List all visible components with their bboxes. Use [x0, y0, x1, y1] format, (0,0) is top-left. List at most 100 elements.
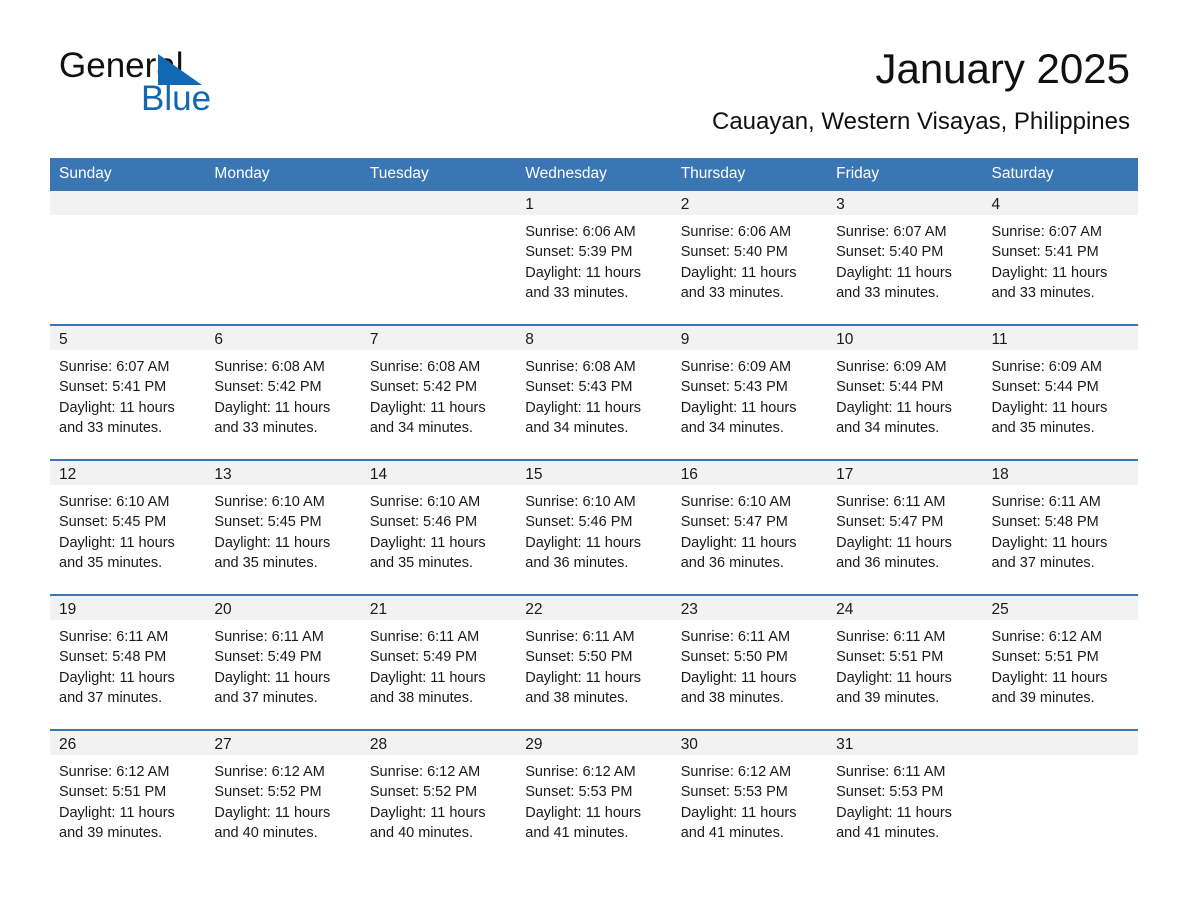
- sunset-text: Sunset: 5:49 PM: [214, 649, 322, 666]
- day-details: Sunrise: 6:11 AM Sunset: 5:50 PM Daylight:…: [672, 620, 827, 708]
- sunrise-text: Sunrise: 6:10 AM: [369, 494, 481, 510]
- daylight-text: Daylight: 11 hours and 39 minutes.: [836, 669, 952, 706]
- day-number: 11: [982, 326, 1138, 350]
- calendar-day-cell[interactable]: 24 Sunrise: 6:11 AM Sunset: 5:51 PM Dayligh…: [827, 594, 983, 730]
- calendar-day-cell[interactable]: 25 Sunrise: 6:12 AM Sunset: 5:51 PM Dayligh…: [982, 594, 1138, 730]
- day-details: Sunrise: 6:11 AM Sunset: 5:49 PM Daylight:…: [205, 620, 360, 708]
- calendar-day-cell[interactable]: 29 Sunrise: 6:12 AM Sunset: 5:53 PM Dayligh…: [516, 729, 672, 864]
- calendar-day-cell[interactable]: 9 Sunrise: 6:09 AM Sunset: 5:43 PM Daylight…: [671, 324, 828, 460]
- sunset-text: Sunset: 5:41 PM: [59, 379, 167, 396]
- calendar-day-cell[interactable]: 28 Sunrise: 6:12 AM Sunset: 5:52 PM Dayligh…: [360, 729, 517, 864]
- sunset-text: Sunset: 5:42 PM: [214, 379, 322, 396]
- calendar-day-cell[interactable]: 27 Sunrise: 6:12 AM Sunset: 5:52 PM Dayligh…: [205, 729, 361, 864]
- sunrise-text: Sunrise: 6:11 AM: [214, 629, 324, 645]
- weekday-header-monday: Monday: [205, 158, 361, 191]
- calendar-day-cell[interactable]: 21 Sunrise: 6:11 AM Sunset: 5:49 PM Dayligh…: [360, 594, 517, 730]
- day-details: Sunrise: 6:10 AM Sunset: 5:45 PM Daylight:…: [50, 485, 205, 573]
- day-details: Sunrise: 6:11 AM Sunset: 5:47 PM Daylight:…: [827, 485, 982, 573]
- sunrise-text: Sunrise: 6:10 AM: [214, 494, 325, 510]
- sunset-text: Sunset: 5:48 PM: [59, 649, 167, 666]
- daylight-text: Daylight: 11 hours and 33 minutes.: [836, 264, 952, 301]
- calendar-day-cell[interactable]: 31 Sunrise: 6:11 AM Sunset: 5:53 PM Dayligh…: [827, 729, 983, 864]
- calendar-day-cell[interactable]: 14 Sunrise: 6:10 AM Sunset: 5:46 PM Dayligh…: [360, 459, 517, 595]
- sunset-text: Sunset: 5:50 PM: [680, 649, 788, 666]
- calendar-day-cell[interactable]: 1 Sunrise: 6:06 AM Sunset: 5:39 PM Daylight…: [516, 191, 672, 325]
- day-number: 17: [827, 461, 983, 485]
- sunset-text: Sunset: 5:47 PM: [836, 514, 944, 531]
- sunrise-text: Sunrise: 6:11 AM: [991, 494, 1101, 510]
- daylight-text: Daylight: 11 hours and 34 minutes.: [836, 399, 952, 436]
- calendar-cell-empty: [982, 729, 1138, 864]
- calendar-day-cell[interactable]: 18 Sunrise: 6:11 AM Sunset: 5:48 PM Dayligh…: [982, 459, 1138, 595]
- daylight-text: Daylight: 11 hours and 38 minutes.: [369, 669, 486, 706]
- day-number: 18: [982, 461, 1138, 485]
- day-details: Sunrise: 6:11 AM Sunset: 5:51 PM Daylight:…: [827, 620, 982, 708]
- weekday-header-wednesday: Wednesday: [516, 158, 672, 191]
- day-details: Sunrise: 6:08 AM Sunset: 5:42 PM Daylight:…: [361, 350, 516, 438]
- calendar-day-cell[interactable]: 2 Sunrise: 6:06 AM Sunset: 5:40 PM Daylight…: [671, 191, 828, 325]
- sunset-text: Sunset: 5:39 PM: [525, 244, 633, 261]
- day-number: 9: [671, 326, 828, 350]
- daylight-text: Daylight: 11 hours and 35 minutes.: [991, 399, 1108, 436]
- daylight-text: Daylight: 11 hours and 40 minutes.: [369, 804, 486, 841]
- calendar-day-cell[interactable]: 5 Sunrise: 6:07 AM Sunset: 5:41 PM Daylight…: [50, 324, 206, 460]
- calendar-day-cell[interactable]: 30 Sunrise: 6:12 AM Sunset: 5:53 PM Dayligh…: [671, 729, 828, 864]
- daylight-text: Daylight: 11 hours and 37 minutes.: [59, 669, 175, 706]
- generalblue-logo[interactable]: General Blue: [59, 46, 379, 122]
- day-number: 28: [360, 731, 517, 755]
- sunset-text: Sunset: 5:51 PM: [836, 649, 944, 666]
- sunrise-text: Sunrise: 6:09 AM: [991, 359, 1102, 375]
- calendar-day-cell[interactable]: 20 Sunrise: 6:11 AM Sunset: 5:49 PM Dayligh…: [205, 594, 361, 730]
- daylight-text: Daylight: 11 hours and 38 minutes.: [680, 669, 797, 706]
- day-number: 5: [50, 326, 206, 350]
- calendar-day-cell[interactable]: 10 Sunrise: 6:09 AM Sunset: 5:44 PM Dayligh…: [827, 324, 983, 460]
- sunset-text: Sunset: 5:45 PM: [214, 514, 322, 531]
- day-details: Sunrise: 6:06 AM Sunset: 5:40 PM Daylight:…: [672, 215, 827, 303]
- calendar-day-cell[interactable]: 15 Sunrise: 6:10 AM Sunset: 5:46 PM Dayligh…: [516, 459, 672, 595]
- day-details: Sunrise: 6:10 AM Sunset: 5:46 PM Daylight:…: [361, 485, 516, 573]
- calendar-day-cell[interactable]: 11 Sunrise: 6:09 AM Sunset: 5:44 PM Dayligh…: [982, 324, 1138, 460]
- day-number: 4: [982, 191, 1138, 215]
- sunrise-text: Sunrise: 6:12 AM: [59, 764, 170, 780]
- page-subtitle: Cauayan, Western Visayas, Philippines: [711, 108, 1130, 135]
- day-details: Sunrise: 6:11 AM Sunset: 5:49 PM Daylight:…: [361, 620, 516, 708]
- calendar-table: Sunday Monday Tuesday Wednesday Thursday…: [50, 158, 1138, 864]
- day-number: 22: [516, 596, 672, 620]
- calendar-day-cell[interactable]: 8 Sunrise: 6:08 AM Sunset: 5:43 PM Daylight…: [516, 324, 672, 460]
- sunset-text: Sunset: 5:44 PM: [836, 379, 944, 396]
- calendar-day-cell[interactable]: 16 Sunrise: 6:10 AM Sunset: 5:47 PM Dayligh…: [671, 459, 828, 595]
- sunrise-text: Sunrise: 6:11 AM: [836, 494, 946, 510]
- daylight-text: Daylight: 11 hours and 38 minutes.: [525, 669, 642, 706]
- sunrise-text: Sunrise: 6:12 AM: [991, 629, 1102, 645]
- weekday-header-friday: Friday: [827, 158, 983, 191]
- daylight-text: Daylight: 11 hours and 34 minutes.: [369, 399, 486, 436]
- calendar-day-cell[interactable]: 19 Sunrise: 6:11 AM Sunset: 5:48 PM Dayligh…: [50, 594, 206, 730]
- sunrise-text: Sunrise: 6:10 AM: [680, 494, 792, 510]
- calendar-day-cell[interactable]: 26 Sunrise: 6:12 AM Sunset: 5:51 PM Dayligh…: [50, 729, 206, 864]
- day-number: 29: [516, 731, 672, 755]
- calendar-day-cell[interactable]: 7 Sunrise: 6:08 AM Sunset: 5:42 PM Daylight…: [360, 324, 517, 460]
- day-number: 3: [827, 191, 983, 215]
- calendar-day-cell[interactable]: 13 Sunrise: 6:10 AM Sunset: 5:45 PM Dayligh…: [205, 459, 361, 595]
- calendar-day-cell[interactable]: 3 Sunrise: 6:07 AM Sunset: 5:40 PM Daylight…: [827, 191, 983, 325]
- daylight-text: Daylight: 11 hours and 39 minutes.: [991, 669, 1108, 706]
- sunset-text: Sunset: 5:43 PM: [525, 379, 633, 396]
- sunrise-text: Sunrise: 6:06 AM: [525, 224, 636, 240]
- day-details: Sunrise: 6:10 AM Sunset: 5:46 PM Daylight:…: [516, 485, 671, 573]
- daylight-text: Daylight: 11 hours and 33 minutes.: [680, 264, 797, 301]
- day-details: Sunrise: 6:11 AM Sunset: 5:50 PM Daylight:…: [516, 620, 671, 708]
- calendar-day-cell[interactable]: 12 Sunrise: 6:10 AM Sunset: 5:45 PM Dayligh…: [50, 459, 206, 595]
- sunset-text: Sunset: 5:50 PM: [525, 649, 633, 666]
- day-details: Sunrise: 6:09 AM Sunset: 5:43 PM Daylight:…: [672, 350, 827, 438]
- calendar-day-cell[interactable]: 17 Sunrise: 6:11 AM Sunset: 5:47 PM Dayligh…: [827, 459, 983, 595]
- sunrise-text: Sunrise: 6:07 AM: [836, 224, 947, 240]
- sunrise-text: Sunrise: 6:12 AM: [525, 764, 636, 780]
- calendar-day-cell[interactable]: 4 Sunrise: 6:07 AM Sunset: 5:41 PM Daylight…: [982, 191, 1138, 325]
- day-number: [982, 731, 1138, 755]
- daylight-text: Daylight: 11 hours and 35 minutes.: [59, 534, 175, 571]
- sunset-text: Sunset: 5:48 PM: [991, 514, 1099, 531]
- sunset-text: Sunset: 5:49 PM: [369, 649, 478, 666]
- calendar-day-cell[interactable]: 23 Sunrise: 6:11 AM Sunset: 5:50 PM Dayligh…: [671, 594, 828, 730]
- calendar-day-cell[interactable]: 22 Sunrise: 6:11 AM Sunset: 5:50 PM Dayligh…: [516, 594, 672, 730]
- calendar-day-cell[interactable]: 6 Sunrise: 6:08 AM Sunset: 5:42 PM Daylight…: [205, 324, 361, 460]
